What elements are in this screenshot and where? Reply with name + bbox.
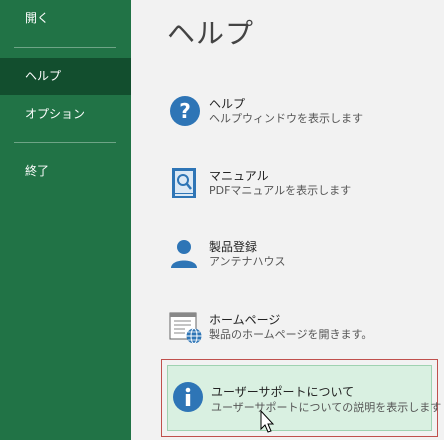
- manual-book-icon: [169, 167, 203, 201]
- mouse-cursor-icon: [260, 409, 276, 434]
- sidebar-item-help[interactable]: ヘルプ: [0, 58, 131, 95]
- sidebar-item-exit[interactable]: 終了: [0, 153, 131, 190]
- sidebar-divider: [14, 47, 116, 48]
- registration-entry[interactable]: 製品登録 アンテナハウス: [169, 238, 439, 274]
- support-entry[interactable]: ユーザーサポートについて ユーザーサポートについての説明を表示します: [167, 365, 441, 431]
- sidebar-item-options[interactable]: オプション: [0, 96, 131, 133]
- manual-entry[interactable]: マニュアル PDFマニュアルを表示します: [169, 167, 439, 203]
- svg-text:?: ?: [179, 99, 191, 123]
- registration-subtitle: アンテナハウス: [209, 255, 286, 268]
- help-entry[interactable]: ? ヘルプ ヘルプウィンドウを表示します: [169, 95, 439, 131]
- info-icon: [172, 381, 206, 415]
- sidebar-item-open[interactable]: 開く: [0, 0, 131, 37]
- question-icon: ?: [169, 95, 203, 129]
- sidebar-divider: [14, 142, 116, 143]
- homepage-entry[interactable]: ホームページ 製品のホームページを開きます。: [169, 311, 439, 347]
- user-icon: [169, 238, 203, 272]
- webpage-globe-icon: [169, 311, 203, 345]
- support-subtitle: ユーザーサポートについての説明を表示します: [211, 401, 442, 414]
- sidebar: 開く ヘルプ オプション 終了: [0, 0, 131, 440]
- homepage-subtitle: 製品のホームページを開きます。: [209, 328, 373, 341]
- page-title: ヘルプ: [167, 17, 255, 50]
- support-highlight-frame: ユーザーサポートについて ユーザーサポートについての説明を表示します: [161, 359, 441, 437]
- manual-subtitle: PDFマニュアルを表示します: [209, 184, 352, 197]
- help-subtitle: ヘルプウィンドウを表示します: [209, 112, 363, 125]
- support-title: ユーザーサポートについて: [211, 385, 355, 399]
- main-panel: ヘルプ ? ヘルプ ヘルプウィンドウを表示します マニュアル PDFマニュアルを…: [131, 0, 444, 440]
